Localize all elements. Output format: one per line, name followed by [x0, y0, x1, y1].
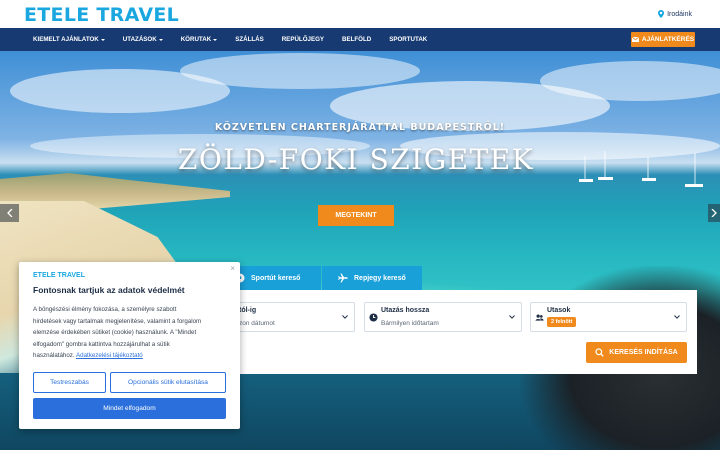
- users-icon: [535, 314, 544, 321]
- close-icon[interactable]: ×: [230, 264, 235, 273]
- cookie-body-line: használatához.: [33, 352, 75, 360]
- search-icon: [595, 348, 605, 357]
- start-search-button[interactable]: KERESÉS INDÍTÁSA: [586, 342, 687, 363]
- trip-duration-label: Utazás hossza: [381, 307, 430, 314]
- offices-label: Irodáink: [667, 10, 692, 18]
- hero-title: ZÖLD-FOKI SZIGETEK: [177, 143, 535, 176]
- clock-icon: [369, 313, 378, 322]
- carousel-prev-button[interactable]: [0, 204, 19, 222]
- chevron-down-icon: [342, 315, 348, 319]
- chevron-left-icon: [6, 209, 12, 217]
- nav-item-label: SZÁLLÁS: [235, 36, 264, 43]
- chevron-down-icon: [674, 315, 680, 319]
- caret-down-icon: [213, 38, 218, 41]
- trip-duration-value: Bármilyen időtartam: [381, 320, 439, 327]
- trip-duration-select[interactable]: Utazás hossza Bármilyen időtartam: [364, 302, 522, 332]
- nav-item-label: KIEMELT AJÁNLATOK: [33, 36, 99, 43]
- cookie-body-line: A böngészési élmény fokozása, a személyr…: [33, 306, 177, 313]
- cookie-brand: ETELE TRAVEL: [33, 272, 85, 279]
- travelers-label: Utasok: [547, 307, 571, 314]
- envelope-icon: [631, 37, 639, 42]
- tab-sport-label: Sportút kereső: [251, 274, 301, 282]
- view-offer-button[interactable]: MEGTEKINT: [318, 205, 394, 226]
- tab-flight-label: Repjegy kereső: [354, 274, 406, 282]
- nav-item-label: KÖRUTAK: [180, 36, 212, 43]
- cookie-body-line: elemzése érdekében sütiket (cookie) hasz…: [33, 329, 197, 337]
- start-search-label: KERESÉS INDÍTÁSA: [609, 349, 678, 356]
- date-range-value: zon dátumot: [239, 320, 275, 327]
- main-navigation: KIEMELT AJÁNLATOK UTAZÁSOK KÖRUTAK SZÁLLÁS R…: [0, 28, 720, 51]
- nav-item-rep-l-jegy[interactable]: REPÜLŐJEGY: [282, 36, 324, 43]
- caret-down-icon: [100, 38, 105, 41]
- travelers-select[interactable]: Utasok 2 felnőtt: [530, 302, 687, 332]
- nav-item-label: BELFÖLD: [342, 36, 372, 43]
- nav-item-label: UTAZÁSOK: [122, 36, 157, 43]
- top-bar: ETELE TRAVEL Irodáink: [0, 0, 720, 28]
- search-panel: tól-ig zon dátumot Utazás hossza Bármily…: [225, 290, 697, 374]
- site-logo[interactable]: ETELE TRAVEL: [24, 4, 179, 26]
- carousel-next-button[interactable]: [708, 204, 720, 222]
- location-pin-icon: [658, 10, 665, 18]
- offices-link[interactable]: Irodáink: [658, 10, 692, 18]
- chevron-right-icon: [711, 209, 717, 217]
- nav-item-label: REPÜLŐJEGY: [281, 36, 325, 43]
- nav-item-sportutak[interactable]: SPORTUTAK: [389, 36, 427, 43]
- hero-subtitle: KÖZVETLEN CHARTERJÁRATTAL BUDAPESTRŐL!: [214, 122, 506, 133]
- accept-all-cookies-button[interactable]: Mindet elfogadom: [33, 398, 226, 419]
- cookie-body-text: A böngészési élmény fokozása, a személyr…: [33, 304, 233, 362]
- nav-item-k-rutak[interactable]: KÖRUTAK: [180, 36, 218, 43]
- quote-request-label: AJÁNLATKÉRÉS: [641, 36, 695, 43]
- nav-item-utaz-sok[interactable]: UTAZÁSOK: [123, 36, 163, 43]
- cookie-body-line: használatához. Adatkezelési tájékoztató: [33, 350, 233, 362]
- cookie-title: Fontosnak tartjuk az adatok védelmét: [33, 285, 185, 295]
- cookie-body-line: hirdetések vagy tartalmak megjelenítése,…: [33, 317, 202, 325]
- cookie-consent-dialog: × ETELE TRAVEL Fontosnak tartjuk az adat…: [19, 262, 240, 429]
- chevron-down-icon: [509, 315, 515, 319]
- caret-down-icon: [158, 38, 163, 41]
- tab-flight-search[interactable]: Repjegy kereső: [322, 266, 422, 290]
- nav-item-belf-ld[interactable]: BELFÖLD: [342, 36, 371, 43]
- nav-item-label: SPORTUTAK: [389, 36, 428, 43]
- reject-optional-cookies-button[interactable]: Opcionális sütik elutasítása: [110, 372, 226, 393]
- date-range-select[interactable]: tól-ig zon dátumot: [228, 302, 355, 332]
- date-range-label: tól-ig: [239, 307, 257, 314]
- cookie-body-line: elfogadom" gombra kattintva hozzájárulha…: [33, 340, 170, 348]
- travelers-count-badge: 2 felnőtt: [547, 317, 577, 327]
- privacy-policy-link[interactable]: Adatkezelési tájékoztató: [76, 352, 143, 359]
- nav-item-kiemelt-aj-nlatok[interactable]: KIEMELT AJÁNLATOK: [33, 36, 105, 43]
- customize-cookies-button[interactable]: Testreszabás: [33, 372, 106, 393]
- nav-item-sz-ll-s[interactable]: SZÁLLÁS: [235, 36, 264, 43]
- quote-request-button[interactable]: AJÁNLATKÉRÉS: [631, 32, 695, 47]
- plane-icon: [338, 273, 348, 283]
